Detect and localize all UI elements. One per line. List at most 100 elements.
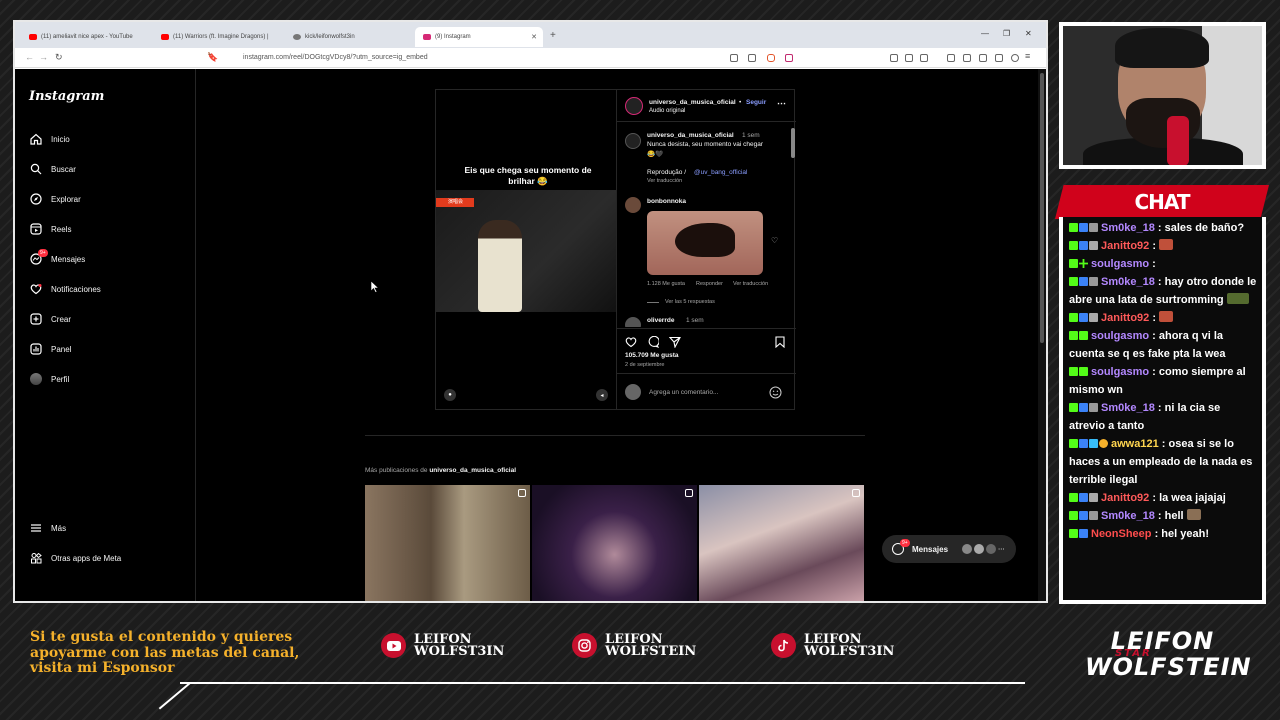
nav-explorar[interactable]: Explorar <box>29 191 81 207</box>
likes-count[interactable]: 105.709 Me gusta <box>625 352 678 359</box>
back-button[interactable]: ← <box>25 52 34 62</box>
nav-meta-apps[interactable]: Otras apps de Meta <box>29 550 121 566</box>
audio-icon[interactable]: ◂ <box>596 389 608 401</box>
nav-label: Más <box>51 523 67 533</box>
see-translation[interactable]: Ver traducción <box>647 178 682 184</box>
video-frame[interactable]: 演唱会 <box>436 190 616 312</box>
chat-message: awwa121 : osea si se lo haces a un emple… <box>1063 435 1262 489</box>
share-icon[interactable] <box>669 336 681 348</box>
comment-like-icon[interactable]: ♡ <box>771 236 778 245</box>
scroll-thumb[interactable] <box>1040 73 1044 343</box>
reply-button[interactable]: Responder <box>696 281 723 287</box>
view-replies[interactable]: Ver las 5 respuestas <box>665 299 715 305</box>
more-options-icon[interactable]: ⋯ <box>777 98 786 109</box>
instagram-logo[interactable]: Instagram <box>29 89 104 104</box>
comment-likes[interactable]: 1.128 Me gusta <box>647 281 685 287</box>
author-name[interactable]: universo_da_musica_oficial <box>649 99 736 106</box>
chat-user[interactable]: NeonSheep <box>1091 528 1152 540</box>
url-field[interactable]: instagram.com/reel/DOGtcgVDcy8/?utm_sour… <box>243 54 428 61</box>
comments-scrollbar[interactable] <box>791 128 795 158</box>
messages-pill[interactable]: 9+ Mensajes ⋯ <box>882 535 1016 563</box>
nav-perfil[interactable]: Perfil <box>29 371 69 387</box>
wallet-icon[interactable] <box>979 54 987 62</box>
nav-panel[interactable]: Panel <box>29 341 71 357</box>
chat-user[interactable]: Sm0ke_18 <box>1101 510 1155 522</box>
avatar <box>974 544 985 554</box>
grid-post-3[interactable] <box>699 485 864 601</box>
close-window-button[interactable]: ✕ <box>1025 29 1032 38</box>
brave-rewards-icon[interactable] <box>785 54 793 62</box>
chat-message: Janitto92 : <box>1063 309 1262 327</box>
chat-user[interactable]: Janitto92 <box>1101 312 1149 324</box>
menu-icon[interactable]: ≡ <box>1025 51 1030 61</box>
save-icon[interactable] <box>775 336 785 348</box>
like-icon[interactable] <box>625 336 637 348</box>
chat-user[interactable]: awwa121 <box>1111 438 1159 450</box>
extension-icon[interactable] <box>890 54 898 62</box>
chat-user[interactable]: soulgasmo <box>1091 258 1149 270</box>
nav-notificaciones[interactable]: Notificaciones <box>29 281 101 297</box>
grid-post-2[interactable] <box>532 485 697 601</box>
tab-youtube-1[interactable]: (11) ameliavit nice apex - YouTube <box>21 27 149 47</box>
leo-icon[interactable] <box>995 54 1003 62</box>
tab-kick[interactable]: kick/leifonwolfst3in <box>285 27 413 47</box>
chat-user[interactable]: Janitto92 <box>1101 240 1149 252</box>
playlist-icon[interactable] <box>947 54 955 62</box>
page-scrollbar[interactable] <box>1038 69 1046 601</box>
extension-icon[interactable] <box>905 54 913 62</box>
caption-author[interactable]: universo_da_musica_oficial <box>647 132 734 139</box>
chat-user[interactable]: Sm0ke_18 <box>1101 402 1155 414</box>
brave-shield-icon[interactable] <box>767 54 775 62</box>
repro-handle[interactable]: @uv_bang_official <box>694 169 747 176</box>
nav-crear[interactable]: Crear <box>29 311 71 327</box>
bookmark-icon[interactable]: 🔖 <box>207 52 218 63</box>
nav-buscar[interactable]: Buscar <box>29 161 76 177</box>
close-tab-icon[interactable]: ✕ <box>531 33 537 41</box>
comment-image[interactable] <box>647 211 763 275</box>
chat-user[interactable]: Janitto92 <box>1101 492 1149 504</box>
comment-author[interactable]: bonbonnoka <box>647 198 686 205</box>
chat-text-continued: jajajaj <box>1195 492 1226 504</box>
chat-user[interactable]: Sm0ke_18 <box>1101 276 1155 288</box>
next-comment-author[interactable]: oliverrde <box>647 317 674 324</box>
tab-youtube-2[interactable]: (11) Warriors (ft. Imagine Dragons) | <box>153 27 281 47</box>
add-comment-input[interactable]: Agrega un comentario... <box>649 389 718 396</box>
chat-user[interactable]: soulgasmo <box>1091 330 1149 342</box>
new-tab-button[interactable]: + <box>550 30 556 41</box>
chat-text: : hell <box>1157 510 1184 522</box>
comment-translation[interactable]: Ver traducción <box>733 281 768 287</box>
audio-label[interactable]: Audio original <box>649 108 685 114</box>
cast-icon[interactable] <box>730 54 738 62</box>
emoji-icon[interactable] <box>769 386 782 399</box>
follow-button[interactable]: Seguir <box>746 99 766 106</box>
grid-post-1[interactable] <box>365 485 530 601</box>
forward-button[interactable]: → <box>39 52 48 62</box>
more-posts-author[interactable]: universo_da_musica_oficial <box>429 467 516 474</box>
sponsor-line: Si te gusta el contenido y quieres <box>30 629 293 645</box>
reload-button[interactable]: ↻ <box>55 52 63 63</box>
brand-line: WOLFSTEIN <box>1085 653 1252 681</box>
comment-icon[interactable] <box>647 336 659 348</box>
commenter-avatar[interactable] <box>625 197 641 213</box>
gift-badge-icon <box>1089 511 1098 520</box>
reel-video[interactable]: Eis que chega seu momento de brilhar 😂 演… <box>436 90 616 409</box>
sidebar-icon[interactable] <box>963 54 971 62</box>
nav-reels[interactable]: Reels <box>29 221 71 237</box>
chat-user[interactable]: Sm0ke_18 <box>1101 222 1155 234</box>
caption-avatar[interactable] <box>625 133 641 149</box>
share-icon[interactable] <box>748 54 756 62</box>
chat-user[interactable]: soulgasmo <box>1091 366 1149 378</box>
next-commenter-avatar[interactable] <box>625 317 641 327</box>
nav-mensajes[interactable]: 9+ Mensajes <box>29 249 85 267</box>
nav-mas[interactable]: Más <box>29 520 66 536</box>
messages-badge: 9+ <box>900 539 910 547</box>
maximize-button[interactable]: ❐ <box>1003 29 1010 38</box>
extension-icon[interactable] <box>920 54 928 62</box>
tagged-user-icon[interactable]: ● <box>444 389 456 401</box>
nav-inicio[interactable]: Inicio <box>29 131 70 147</box>
vpn-icon[interactable] <box>1011 54 1019 62</box>
plus-badge-icon <box>1079 331 1088 340</box>
tab-instagram[interactable]: (9) Instagram ✕ <box>415 27 543 47</box>
author-avatar[interactable] <box>625 97 643 115</box>
minimize-button[interactable]: — <box>981 29 989 38</box>
